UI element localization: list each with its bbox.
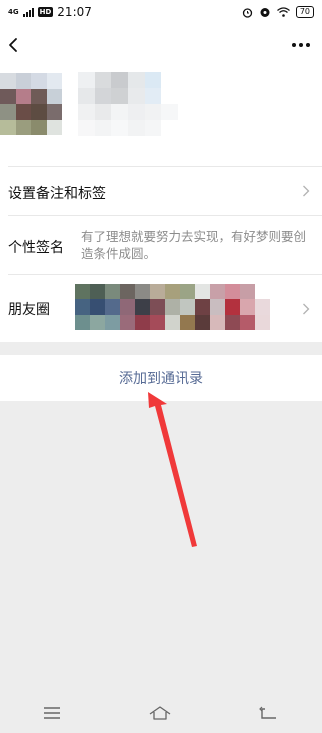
moments-row[interactable]: 朋友圈 — [8, 299, 50, 319]
menu-icon[interactable] — [43, 706, 61, 720]
status-right: 70 — [242, 6, 314, 18]
avatar[interactable] — [0, 73, 62, 135]
alarm-icon — [242, 7, 252, 18]
divider — [8, 166, 322, 167]
moments-thumbnails[interactable] — [75, 284, 270, 330]
nav-bar — [0, 24, 322, 68]
status-left: 4G HD 21:07 — [8, 5, 92, 19]
signature-label: 个性签名 — [8, 240, 64, 256]
add-contact-bar: 添加到通讯录 — [0, 355, 322, 401]
status-time: 21:07 — [57, 5, 92, 19]
add-to-contacts-button[interactable]: 添加到通讯录 — [119, 368, 203, 388]
flower-icon — [260, 7, 270, 17]
system-nav-bar — [0, 693, 322, 733]
chevron-right-icon — [303, 303, 310, 315]
signature-text: 有了理想就要努力去实现，有好梦则要创造条件成圆。 — [81, 229, 307, 261]
nickname-blurred — [78, 72, 178, 136]
back-arrow-icon[interactable] — [4, 34, 26, 56]
return-icon[interactable] — [258, 706, 279, 720]
chevron-right-icon — [303, 185, 310, 197]
home-icon[interactable] — [148, 705, 172, 721]
divider — [8, 274, 322, 275]
signal-icon — [22, 7, 34, 17]
wifi-icon — [276, 7, 290, 17]
status-bar: 4G HD 21:07 70 — [0, 0, 322, 24]
network-type: 4G — [8, 7, 19, 16]
more-dots-icon[interactable] — [292, 43, 310, 47]
battery-indicator: 70 — [295, 6, 314, 18]
hd-badge: HD — [37, 7, 54, 17]
remark-tags-row[interactable]: 设置备注和标签 — [8, 183, 106, 203]
divider — [8, 215, 322, 216]
